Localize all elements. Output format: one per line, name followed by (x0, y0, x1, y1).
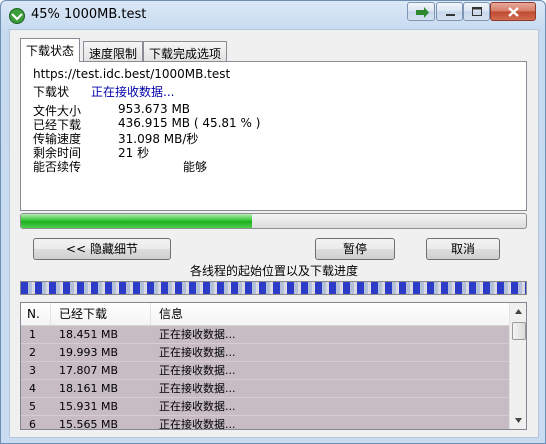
thread-info: 正在接收数据... (159, 364, 236, 377)
scroll-thumb[interactable] (512, 322, 526, 340)
threads-progress-bar (20, 281, 527, 295)
thread-downloaded: 19.993 MB (59, 346, 119, 359)
window-title: 45% 1000MB.test (31, 7, 147, 22)
file-size-value: 953.673 MB (118, 102, 191, 116)
scroll-up-icon[interactable] (510, 303, 527, 320)
thread-downloaded: 15.931 MB (59, 400, 119, 413)
download-window: 45% 1000MB.test 下载状态 速度限制 下载完成选项 https:/… (0, 0, 546, 444)
downloaded-value: 436.915 MB ( 45.81 % ) (118, 116, 261, 130)
vertical-scrollbar[interactable] (509, 303, 527, 429)
progress-fill (21, 214, 253, 228)
thread-downloaded: 18.451 MB (59, 328, 119, 341)
idm-app-icon (9, 8, 25, 24)
thread-list[interactable]: N. 已经下载 信息 1 18.451 MB 正在接收数据... 2 19.993 MB… (20, 302, 527, 430)
hide-details-button[interactable]: << 隐藏细节 (33, 238, 171, 260)
thread-number: 5 (29, 400, 36, 413)
maximize-icon (472, 7, 482, 16)
download-url: https://test.idc.best/1000MB.test (33, 67, 231, 81)
thread-rows: 1 18.451 MB 正在接收数据... 2 19.993 MB 正在接收数据... 3 1… (21, 326, 509, 430)
resume-capability-value: 能够 (183, 160, 208, 174)
resume-capability-label: 能否续传 (33, 160, 82, 174)
column-header-info[interactable]: 信息 (151, 303, 509, 325)
status-panel: https://test.idc.best/1000MB.test 下载状 正在… (20, 61, 527, 211)
thread-row[interactable]: 1 18.451 MB 正在接收数据... (21, 326, 509, 344)
thread-number: 2 (29, 346, 36, 359)
status-value: 正在接收数据... (91, 85, 175, 99)
thread-row[interactable]: 4 18.161 MB 正在接收数据... (21, 380, 509, 398)
column-header-downloaded[interactable]: 已经下载 (51, 303, 151, 325)
dialog-body: 下载状态 速度限制 下载完成选项 https://test.idc.best/1… (9, 29, 539, 438)
status-label: 下载状 (33, 85, 70, 99)
thread-number: 6 (29, 418, 36, 430)
scroll-down-icon[interactable] (510, 412, 527, 429)
thread-number: 4 (29, 382, 36, 395)
minimize-to-tray-button[interactable] (407, 2, 435, 21)
thread-list-header: N. 已经下载 信息 (21, 303, 509, 326)
arrow-right-icon (416, 7, 429, 18)
download-progress-bar (20, 213, 527, 229)
maximize-button[interactable] (463, 2, 490, 21)
minimize-icon (446, 14, 455, 16)
thread-row[interactable]: 5 15.931 MB 正在接收数据... (21, 398, 509, 416)
close-icon (508, 7, 519, 17)
thread-info: 正在接收数据... (159, 418, 236, 430)
pause-button[interactable]: 暂停 (315, 238, 395, 260)
thread-info: 正在接收数据... (159, 400, 236, 413)
thread-number: 3 (29, 364, 36, 377)
thread-downloaded: 18.161 MB (59, 382, 119, 395)
thread-downloaded: 15.565 MB (59, 418, 119, 430)
threads-progress-label: 各线程的起始位置以及下载进度 (189, 264, 358, 278)
thread-downloaded: 17.807 MB (59, 364, 119, 377)
thread-row[interactable]: 6 15.565 MB 正在接收数据... (21, 416, 509, 430)
title-bar[interactable]: 45% 1000MB.test (1, 1, 545, 29)
thread-number: 1 (29, 328, 36, 341)
close-button[interactable] (490, 2, 536, 21)
tab-speed-limit[interactable]: 速度限制 (83, 41, 144, 61)
thread-row[interactable]: 3 17.807 MB 正在接收数据... (21, 362, 509, 380)
tab-download-status[interactable]: 下载状态 (20, 38, 81, 62)
minimize-button[interactable] (436, 2, 463, 21)
column-header-number[interactable]: N. (21, 303, 51, 325)
cancel-button[interactable]: 取消 (426, 238, 500, 260)
time-left-value: 21 秒 (118, 146, 150, 160)
thread-row[interactable]: 2 19.993 MB 正在接收数据... (21, 344, 509, 362)
thread-info: 正在接收数据... (159, 382, 236, 395)
tab-completion-options[interactable]: 下载完成选项 (143, 41, 228, 61)
thread-info: 正在接收数据... (159, 346, 236, 359)
thread-info: 正在接收数据... (159, 328, 236, 341)
